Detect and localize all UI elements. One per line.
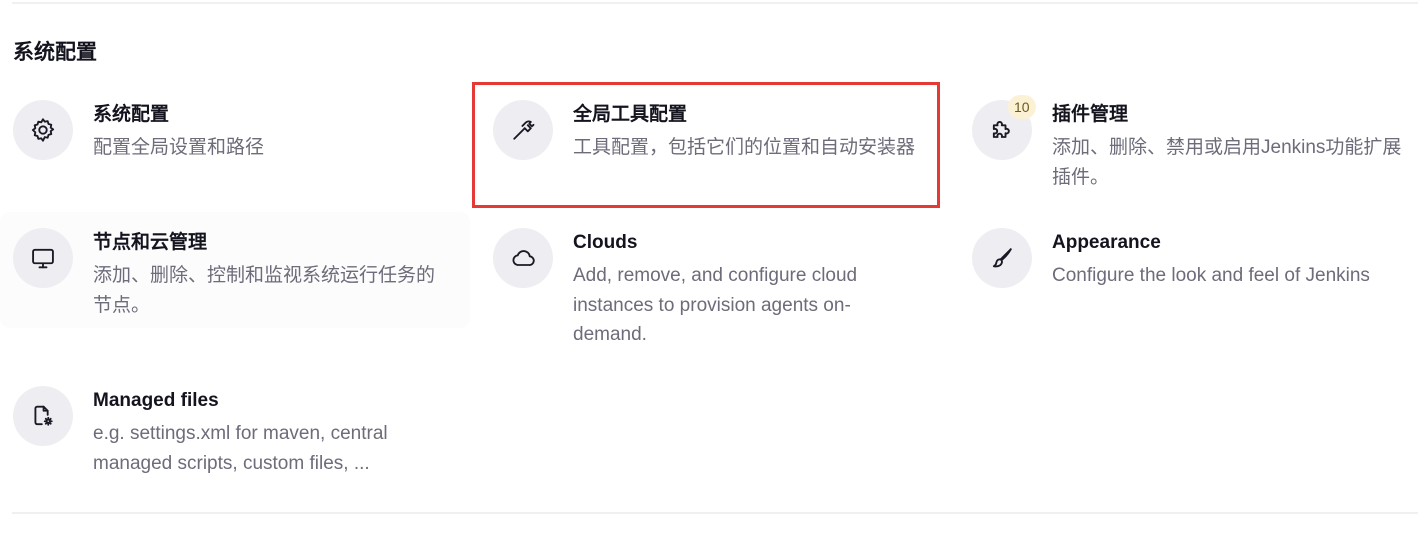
cloud-icon — [493, 228, 553, 288]
gear-icon — [13, 100, 73, 160]
top-divider — [12, 2, 1418, 4]
tile-title-nodes-and-clouds: 节点和云管理 — [93, 232, 208, 253]
tile-title-appearance: Appearance — [1052, 232, 1161, 253]
paintbrush-icon — [972, 228, 1032, 288]
update-count-badge: 10 — [1008, 95, 1036, 119]
hammer-icon — [493, 100, 553, 160]
bottom-divider — [12, 512, 1418, 514]
tile-title-managed-files: Managed files — [93, 390, 219, 411]
tile-description-appearance: Configure the look and feel of Jenkins — [1052, 265, 1370, 286]
tile-title-plugin-manager: 插件管理 — [1052, 104, 1129, 125]
tile-description-clouds: Add, remove, and configure cloud instanc… — [573, 265, 858, 345]
tile-description-managed-files: e.g. settings.xml for maven, central man… — [93, 423, 388, 474]
tile-description-plugin-manager: 添加、删除、禁用或启用Jenkins功能扩展插件。 — [1052, 137, 1402, 188]
tile-description-nodes-and-clouds: 添加、删除、控制和监视系统运行任务的节点。 — [93, 265, 436, 316]
tile-description-system-configuration: 配置全局设置和路径 — [93, 137, 265, 158]
file-gear-icon — [13, 386, 73, 446]
tile-description-global-tool-configuration: 工具配置，包括它们的位置和自动安装器 — [573, 137, 916, 158]
section-title: 系统配置 — [13, 41, 97, 64]
monitor-icon — [13, 228, 73, 288]
tile-title-clouds: Clouds — [573, 232, 638, 253]
tile-title-global-tool-configuration: 全局工具配置 — [573, 104, 688, 125]
tile-title-system-configuration: 系统配置 — [93, 104, 170, 125]
